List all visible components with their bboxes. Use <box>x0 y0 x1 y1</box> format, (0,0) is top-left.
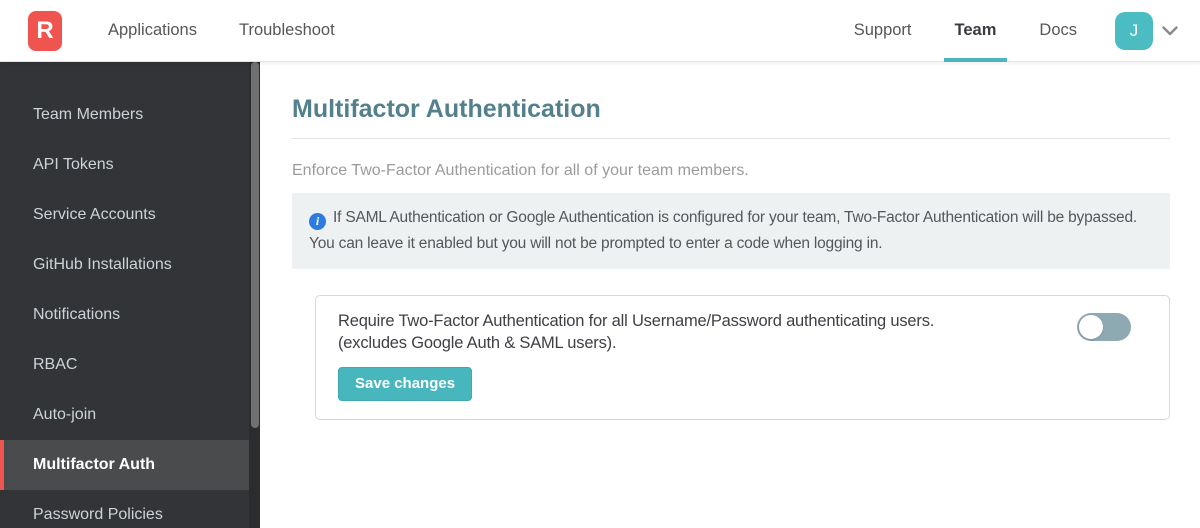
sidebar-scrollbar-track[interactable] <box>249 62 260 528</box>
page-title: Multifactor Authentication <box>292 95 601 123</box>
sidebar-item-notifications[interactable]: Notifications <box>0 290 249 340</box>
save-changes-button[interactable]: Save changes <box>338 367 473 401</box>
sidebar-scrollbar-thumb[interactable] <box>250 62 259 428</box>
sidebar-item-rbac[interactable]: RBAC <box>0 340 249 390</box>
info-icon: i <box>309 212 326 230</box>
sidebar-item-auto-join[interactable]: Auto-join <box>0 390 249 440</box>
title-divider <box>292 138 1170 139</box>
info-callout: i If SAML Authentication or Google Authen… <box>292 193 1170 269</box>
logo-letter: R <box>36 16 54 44</box>
user-avatar[interactable]: J <box>1115 11 1153 50</box>
page-subtitle: Enforce Two-Factor Authentication for al… <box>292 162 749 179</box>
primary-nav: Applications Troubleshoot <box>108 0 335 62</box>
chevron-down-icon[interactable] <box>1162 25 1178 36</box>
top-navbar: R Applications Troubleshoot Support Team… <box>0 0 1200 62</box>
secondary-nav: Support Team Docs <box>854 0 1077 62</box>
nav-item-team[interactable]: Team <box>943 0 1008 62</box>
mfa-setting-label-line1: Require Two-Factor Authentication for al… <box>338 312 935 330</box>
mfa-setting-card: Require Two-Factor Authentication for al… <box>315 295 1170 420</box>
info-callout-text: If SAML Authentication or Google Authent… <box>309 209 1137 252</box>
sidebar-item-service-accounts[interactable]: Service Accounts <box>0 190 249 240</box>
sidebar-item-multifactor-auth[interactable]: Multifactor Auth <box>0 440 249 490</box>
nav-item-docs[interactable]: Docs <box>1039 0 1077 62</box>
mfa-toggle-knob <box>1079 315 1103 339</box>
sidebar-item-api-tokens[interactable]: API Tokens <box>0 140 249 190</box>
main-content: Multifactor Authentication Enforce Two-F… <box>260 62 1200 528</box>
sidebar-item-password-policies[interactable]: Password Policies <box>0 490 249 528</box>
settings-sidebar: Team Members API Tokens Service Accounts… <box>0 62 260 528</box>
avatar-initial: J <box>1129 20 1139 40</box>
mfa-setting-label: Require Two-Factor Authentication for al… <box>338 310 1057 354</box>
nav-item-troubleshoot[interactable]: Troubleshoot <box>239 0 335 62</box>
sidebar-item-team-members[interactable]: Team Members <box>0 90 249 140</box>
rollbar-logo[interactable]: R <box>28 10 62 51</box>
mfa-setting-label-line2: (excludes Google Auth & SAML users). <box>338 334 617 352</box>
mfa-toggle-switch[interactable] <box>1077 313 1131 341</box>
nav-item-support[interactable]: Support <box>854 0 912 62</box>
nav-item-applications[interactable]: Applications <box>108 0 197 62</box>
sidebar-item-github-installations[interactable]: GitHub Installations <box>0 240 249 290</box>
